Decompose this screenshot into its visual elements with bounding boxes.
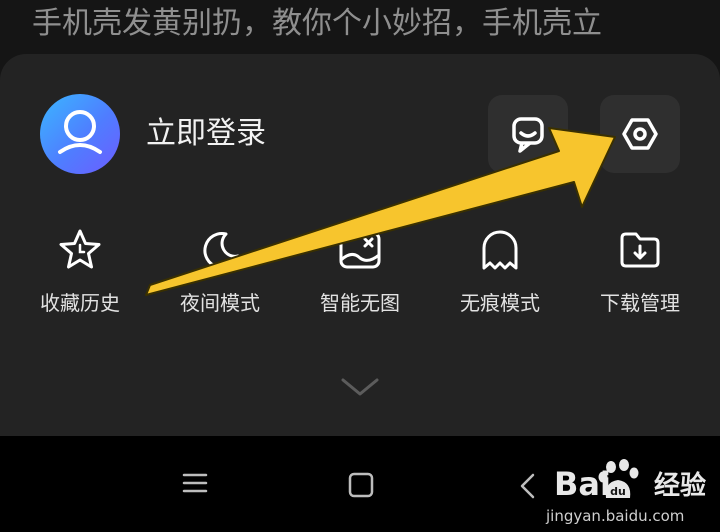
message-button[interactable]: [488, 95, 568, 173]
paw-icon: du: [598, 459, 639, 498]
tool-download-manager[interactable]: 下载管理: [580, 228, 700, 328]
no-image-icon: [339, 231, 381, 269]
chevron-down-icon[interactable]: [340, 375, 380, 399]
tool-label: 无痕模式: [460, 291, 540, 315]
ghost-icon: [482, 230, 518, 270]
watermark-url: jingyan.baidu.com: [546, 507, 685, 525]
tool-label: 收藏历史: [40, 291, 120, 315]
back-icon[interactable]: [518, 472, 538, 500]
tool-night-mode[interactable]: 夜间模式: [160, 228, 280, 328]
login-button[interactable]: 立即登录: [146, 112, 266, 156]
tool-no-image[interactable]: 智能无图: [300, 228, 420, 328]
download-folder-icon: [620, 232, 660, 268]
tool-label: 下载管理: [600, 291, 680, 315]
moon-icon: [203, 232, 240, 269]
tool-label: 智能无图: [320, 291, 400, 315]
menu-icon[interactable]: [182, 472, 208, 494]
tool-label: 夜间模式: [180, 291, 260, 315]
chat-bubble-icon: [512, 117, 544, 153]
tool-incognito[interactable]: 无痕模式: [440, 228, 560, 328]
svg-text:du: du: [610, 485, 626, 498]
user-icon: [58, 110, 102, 154]
home-square-icon[interactable]: [348, 472, 374, 498]
settings-button[interactable]: [600, 95, 680, 173]
watermark-brand-cn: 经验: [654, 471, 707, 501]
avatar[interactable]: [40, 94, 120, 174]
hexagon-settings-icon: [622, 118, 658, 150]
baidu-watermark: Bai du 经验 jingyan.baidu.com: [546, 456, 720, 532]
tool-favorites-history[interactable]: 收藏历史: [20, 228, 140, 328]
headline-text[interactable]: 手机壳发黄别扔，教你个小妙招，手机壳立: [32, 0, 720, 52]
star-icon: [59, 229, 101, 269]
